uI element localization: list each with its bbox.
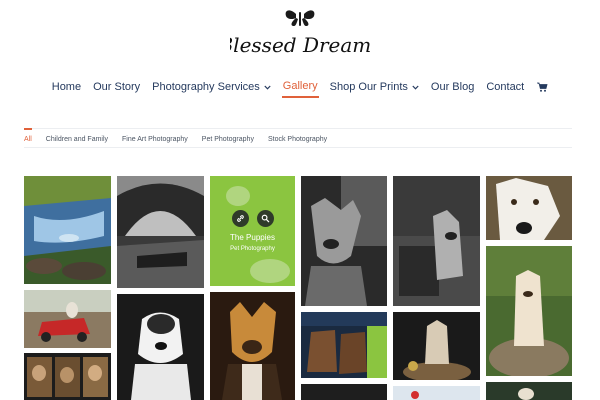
butterfly-icon xyxy=(285,10,315,26)
nav-item-label: Our Story xyxy=(93,81,141,93)
search-icon[interactable] xyxy=(256,210,274,227)
nav-item-photography-services[interactable]: Photography Services xyxy=(151,79,272,97)
boots-legs-photo[interactable] xyxy=(301,312,387,378)
pitbull-puppy-photo[interactable] xyxy=(210,292,295,400)
nav-item-label: Gallery xyxy=(282,80,318,92)
chevron-down-icon xyxy=(264,82,271,92)
link-icon[interactable] xyxy=(231,210,249,227)
stone-bridge-bw-photo[interactable] xyxy=(117,176,204,288)
waterfall-photo[interactable] xyxy=(24,176,111,284)
filter-pet-photography[interactable]: Pet Photography xyxy=(202,134,254,143)
nav-item-label: Shop Our Prints xyxy=(329,81,408,93)
dog-bw-portrait-photo[interactable] xyxy=(301,176,387,306)
dog-sitting-bw-photo[interactable] xyxy=(393,176,480,306)
nav-item-contact[interactable]: Contact xyxy=(485,79,525,97)
white-dog-closeup-photo[interactable] xyxy=(486,176,572,240)
pup-standing-grass-photo[interactable] xyxy=(486,246,572,376)
chevron-down-icon xyxy=(412,82,419,92)
filter-children-and-family[interactable]: Children and Family xyxy=(46,134,108,143)
filter-fine-art-photography[interactable]: Fine Art Photography xyxy=(122,134,188,143)
bottom-photo-col6[interactable] xyxy=(486,382,572,400)
main-nav: Home Our Story Photography Services Gallery… xyxy=(0,78,600,98)
nav-item-our-blog[interactable]: Our Blog xyxy=(430,79,475,97)
filter-all[interactable]: All xyxy=(24,127,32,143)
bottom-photo-col5[interactable] xyxy=(393,386,480,400)
nav-item-label: Home xyxy=(51,81,82,93)
nav-item-home[interactable]: Home xyxy=(51,79,82,97)
the-puppies-photo[interactable]: The Puppies Pet Photography xyxy=(210,176,295,286)
nav-item-shop-our-prints[interactable]: Shop Our Prints xyxy=(329,79,420,97)
hover-item-title[interactable]: The Puppies xyxy=(210,233,295,242)
nav-item-our-story[interactable]: Our Story xyxy=(92,79,141,97)
hover-item-category[interactable]: Pet Photography xyxy=(210,246,295,252)
pet-collage-photo[interactable] xyxy=(24,353,111,400)
pup-on-rock-photo[interactable] xyxy=(393,312,480,380)
logo-text: Blessed Dreams xyxy=(230,33,370,57)
cart-icon[interactable] xyxy=(535,79,549,97)
white-boxer-dog-photo[interactable] xyxy=(117,294,204,400)
filter-stock-photography[interactable]: Stock Photography xyxy=(268,134,327,143)
brand-logo[interactable]: Blessed Dreams xyxy=(0,8,600,64)
nav-item-label: Photography Services xyxy=(152,81,260,93)
red-toy-car-dog-photo[interactable] xyxy=(24,290,111,348)
nav-item-label: Our Blog xyxy=(430,81,475,93)
gallery-filter-bar: All Children and Family Fine Art Photograp… xyxy=(24,127,572,148)
nav-item-gallery[interactable]: Gallery xyxy=(281,78,319,98)
nav-item-label: Contact xyxy=(486,81,525,93)
dark-photo-bottom[interactable] xyxy=(301,384,387,400)
